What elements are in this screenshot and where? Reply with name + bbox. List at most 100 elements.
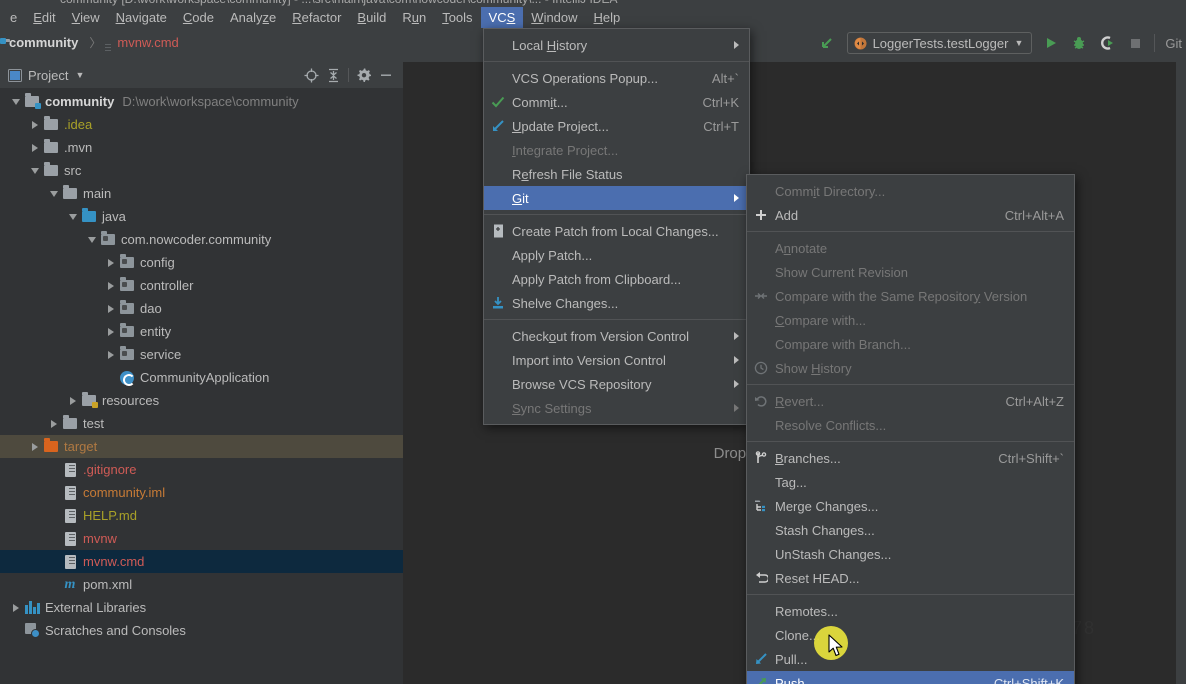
collapse-arrow-icon[interactable] [65,205,80,228]
project-panel-chevron-icon[interactable]: ▼ [75,70,84,80]
tree-node[interactable]: m pom.xml [0,573,403,596]
tree-node[interactable]: CommunityApplication [0,366,403,389]
expand-arrow-icon[interactable] [103,320,118,343]
main-menu-bar[interactable]: e Edit View Navigate Code Analyze Refactor Buil… [0,7,1186,28]
collapse-all-icon[interactable] [322,65,344,85]
menu-item-branches[interactable]: Branches... Ctrl+Shift+` [747,446,1074,470]
menu-code-button[interactable]: Code [175,7,222,28]
tree-node[interactable]: community.iml [0,481,403,504]
tree-node[interactable]: resources [0,389,403,412]
menu-tools-button[interactable]: Tools [434,7,480,28]
menu-item-merge-changes[interactable]: Merge Changes... [747,494,1074,518]
collapse-arrow-icon[interactable] [46,182,61,205]
update-project-icon[interactable] [819,34,837,52]
tree-node[interactable]: mvnw.cmd [0,550,403,573]
menu-refactor-button[interactable]: Refactor [284,7,349,28]
breadcrumb[interactable]: community 〉 mvnw.cmd [0,34,179,51]
tree-node[interactable]: HELP.md [0,504,403,527]
menu-item-commit[interactable]: Commit... Ctrl+K [484,90,749,114]
expand-arrow-icon[interactable] [8,596,23,619]
project-tool-window[interactable]: Project ▼ community D:\work\workspace\com… [0,62,403,684]
tree-node[interactable]: entity [0,320,403,343]
menu-item-browse-vcs-repository[interactable]: Browse VCS Repository [484,372,749,396]
tree-node[interactable]: main [0,182,403,205]
tree-node[interactable]: Scratches and Consoles [0,619,403,642]
git-toolbar-label[interactable]: Git [1165,36,1182,51]
tree-node[interactable]: dao [0,297,403,320]
menu-view-button[interactable]: View [64,7,108,28]
menu-item-import-into-version-control[interactable]: Import into Version Control [484,348,749,372]
expand-arrow-icon[interactable] [27,136,42,159]
tree-node[interactable]: .mvn [0,136,403,159]
tree-node[interactable]: External Libraries [0,596,403,619]
menu-item-update-project[interactable]: Update Project... Ctrl+T [484,114,749,138]
hide-icon[interactable] [375,65,397,85]
breadcrumb-project[interactable]: community [9,35,78,50]
collapse-arrow-icon[interactable] [27,159,42,182]
git-submenu[interactable]: Commit Directory... Add Ctrl+Alt+A Annotate… [746,174,1075,684]
menu-item-stash-changes[interactable]: Stash Changes... [747,518,1074,542]
menu-item-unstash-changes[interactable]: UnStash Changes... [747,542,1074,566]
menu-item-remotes[interactable]: Remotes... [747,599,1074,623]
menu-item-local-history[interactable]: Local History [484,33,749,57]
menu-item-refresh-file-status[interactable]: Refresh File Status [484,162,749,186]
project-tree[interactable]: community D:\work\workspace\community .ide… [0,88,403,684]
menu-navigate-button[interactable]: Navigate [108,7,175,28]
run-with-coverage-icon[interactable] [1098,34,1116,52]
expand-arrow-icon[interactable] [103,274,118,297]
menu-item-git[interactable]: Git [484,186,749,210]
menu-edit-button[interactable]: Edit [25,7,63,28]
run-icon[interactable] [1042,34,1060,52]
settings-gear-icon[interactable] [353,65,375,85]
menu-item-clone[interactable]: Clone... [747,623,1074,647]
run-configuration-selector[interactable]: LoggerTests.testLogger ▼ [846,32,1033,54]
menu-help-button[interactable]: Help [586,7,629,28]
collapse-arrow-icon[interactable] [8,90,23,113]
tree-node[interactable]: config [0,251,403,274]
tree-node[interactable]: java [0,205,403,228]
menu-item-push[interactable]: Push... Ctrl+Shift+K [747,671,1074,684]
expand-arrow-icon[interactable] [103,297,118,320]
vcs-dropdown-menu[interactable]: Local History VCS Operations Popup... Alt+… [483,28,750,425]
tree-node[interactable]: test [0,412,403,435]
menu-item-shelve-changes[interactable]: Shelve Changes... [484,291,749,315]
expand-arrow-icon[interactable] [46,412,61,435]
tree-node[interactable]: target [0,435,403,458]
tree-node[interactable]: mvnw [0,527,403,550]
expand-arrow-icon[interactable] [103,251,118,274]
tree-node[interactable]: community D:\work\workspace\community [0,90,403,113]
menu-vcs-button[interactable]: VCS [480,7,524,28]
debug-icon[interactable] [1070,34,1088,52]
expand-arrow-icon[interactable] [27,435,42,458]
menu-e-button[interactable]: e [2,7,25,28]
collapse-arrow-icon[interactable] [84,228,99,251]
menu-item-tag[interactable]: Tag... [747,470,1074,494]
project-panel-header[interactable]: Project ▼ [0,62,403,88]
menu-run-button[interactable]: Run [394,7,434,28]
menu-item-add[interactable]: Add Ctrl+Alt+A [747,203,1074,227]
tree-node[interactable]: com.nowcoder.community [0,228,403,251]
menu-item-create-patch-from-local-changes[interactable]: Create Patch from Local Changes... [484,219,749,243]
chevron-down-icon[interactable]: ▼ [1014,38,1023,48]
breadcrumb-file[interactable]: mvnw.cmd [117,35,178,50]
run-toolbar[interactable]: LoggerTests.testLogger ▼ Git [819,28,1186,58]
expand-arrow-icon[interactable] [103,343,118,366]
menu-analyze-button[interactable]: Analyze [222,7,284,28]
tree-node[interactable]: service [0,343,403,366]
tree-node[interactable]: src [0,159,403,182]
menu-item-apply-patch-from-clipboard[interactable]: Apply Patch from Clipboard... [484,267,749,291]
tree-node[interactable]: controller [0,274,403,297]
menu-item-vcs-operations-popup[interactable]: VCS Operations Popup... Alt+` [484,66,749,90]
locate-icon[interactable] [300,65,322,85]
menu-item-checkout-from-version-control[interactable]: Checkout from Version Control [484,324,749,348]
menu-window-button[interactable]: Window [523,7,585,28]
expand-arrow-icon[interactable] [27,113,42,136]
stop-icon[interactable] [1126,34,1144,52]
menu-item-pull[interactable]: Pull... [747,647,1074,671]
tree-node[interactable]: .idea [0,113,403,136]
expand-arrow-icon[interactable] [65,389,80,412]
tree-node[interactable]: .gitignore [0,458,403,481]
menu-item-reset-head[interactable]: Reset HEAD... [747,566,1074,590]
menu-build-button[interactable]: Build [349,7,394,28]
menu-item-apply-patch[interactable]: Apply Patch... [484,243,749,267]
